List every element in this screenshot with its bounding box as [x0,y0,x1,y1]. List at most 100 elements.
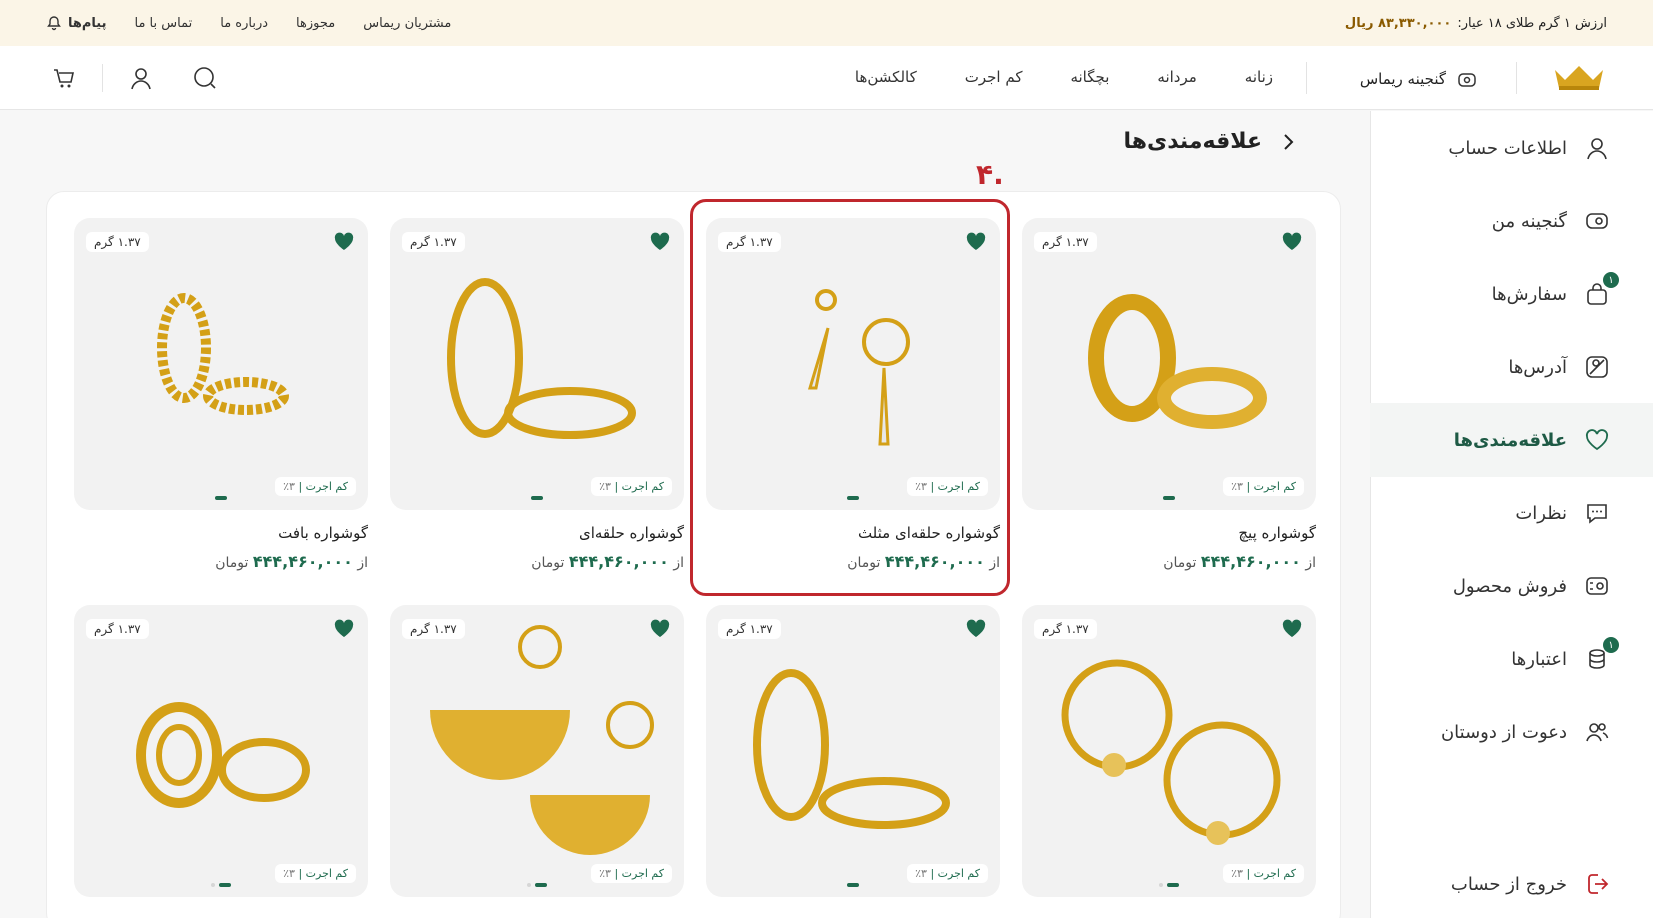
page-title-text: علاقه‌مندی‌ها [1123,129,1262,154]
annotation-number: .۴ [976,158,1004,191]
product-name[interactable]: گوشواره پیچ [1022,524,1316,542]
sidebar-item-comments[interactable]: نظرات [1370,476,1653,550]
weight-badge: ۱.۳۷ گرم [86,232,149,252]
image-dots [211,883,231,887]
sidebar-item-label: دعوت از دوستان [1440,721,1567,743]
top-links: مشتریان ریماس مجوزها درباره ما تماس با م… [46,15,451,31]
fee-label: کم اجرت [1253,867,1296,880]
weight-badge: ۱.۳۷ گرم [718,619,781,639]
nav-kids[interactable]: بچگانه [1070,68,1109,86]
header-divider [1516,62,1517,94]
user-icon [1583,134,1611,162]
nav-men[interactable]: مردانه [1157,68,1196,86]
weight-badge: ۱.۳۷ گرم [402,232,465,252]
cart-button[interactable] [46,60,82,96]
account-button[interactable] [123,60,159,96]
product-card[interactable]: ۱.۳۷ گرم کم اجرت | ۳٪ [390,605,684,897]
heart-filled-icon[interactable] [966,619,986,639]
price-unit: تومان [215,555,249,571]
product-price: از ۴۴۴,۴۶۰,۰۰۰ تومان [1022,552,1316,571]
fee-value: ۳٪ [915,867,927,880]
sidebar-item-sell-product[interactable]: فروش محصول [1370,549,1653,623]
product-image[interactable]: ۱.۳۷ گرم کم اجرت | ۳٪ [390,218,684,510]
sidebar-item-label: فروش محصول [1452,575,1567,597]
user-icon [131,68,151,90]
credits-badge: ۱ [1603,637,1619,653]
icon-divider [102,64,103,92]
heart-filled-icon[interactable] [650,619,670,639]
hoop-earring-image [447,278,636,439]
product-card[interactable]: ۱.۳۷ گرم کم اجرت | ۳٪ [1022,605,1316,897]
link-licenses[interactable]: مجوزها [296,16,335,31]
crown-logo-icon[interactable] [1551,62,1607,92]
product-name[interactable]: گوشواره بافت [74,524,368,542]
price-prefix: از [673,555,684,571]
product-image[interactable]: ۱.۳۷ گرم کم اجرت | ۳٪ [390,605,684,897]
price-unit: تومان [531,555,565,571]
sidebar-item-favorites[interactable]: علاقه‌مندی‌ها [1370,403,1653,477]
product-card[interactable]: ۱.۳۷ گرم کم اجرت | ۳٪ [74,605,368,897]
product-price: از ۴۴۴,۴۶۰,۰۰۰ تومان [74,552,368,571]
heart-filled-icon[interactable] [334,232,354,252]
image-dots [847,883,859,887]
weight-badge: ۱.۳۷ گرم [1034,619,1097,639]
product-image[interactable]: ۱.۳۷ گرم کم اجرت | ۳٪ [1022,605,1316,897]
heart-filled-icon[interactable] [334,619,354,639]
heart-filled-icon[interactable] [1282,232,1302,252]
sidebar-item-orders[interactable]: ۱ سفارش‌ها [1370,257,1653,331]
product-image[interactable]: ۱.۳۷ گرم کم اجرت | ۳٪ [74,605,368,897]
product-image[interactable]: ۱.۳۷ گرم کم اجرت | ۳٪ [74,218,368,510]
link-about[interactable]: درباره ما [220,16,268,31]
image-dots [1159,883,1179,887]
product-name[interactable]: گوشواره حلقه‌ای [390,524,684,542]
sidebar-item-addresses[interactable]: آدرس‌ها [1370,330,1653,404]
account-sidebar: اطلاعات حساب گنجینه من ۱ سفارش‌ها آدرس‌ه… [1370,111,1653,918]
link-contact[interactable]: تماس با ما [135,16,193,31]
logout-icon [1583,870,1611,898]
price-value: ۴۴۴,۴۶۰,۰۰۰ [252,552,353,571]
ganjine-link[interactable]: گنجینه ریماس [1360,68,1478,90]
heart-filled-icon[interactable] [1282,619,1302,639]
messages-link[interactable]: پیام‌ها [46,15,107,31]
product-card[interactable]: ۱.۳۷ گرم کم اجرت | ۳٪ [706,605,1000,897]
low-fee-badge: کم اجرت | ۳٪ [275,864,356,883]
sidebar-item-label: آدرس‌ها [1508,356,1567,378]
nav-collections[interactable]: کالکشن‌ها [855,68,917,86]
sidebar-item-account-info[interactable]: اطلاعات حساب [1370,111,1653,185]
fee-value: ۳٪ [599,480,611,493]
image-dots [215,496,227,500]
logout-button[interactable]: خروج از حساب [1370,847,1653,918]
sidebar-item-credits[interactable]: ۱ اعتبارها [1370,622,1653,696]
sidebar-item-invite-friends[interactable]: دعوت از دوستان [1370,695,1653,769]
fee-label: کم اجرت [937,867,980,880]
ganjine-label: گنجینه ریماس [1359,70,1446,88]
product-card[interactable]: ۱.۳۷ گرم کم اجرت | ۳٪ گوشواره حلقه‌ای از… [390,218,684,571]
image-dots [1163,496,1175,500]
link-customers[interactable]: مشتریان ریماس [363,16,451,31]
price-value: ۴۴۴,۴۶۰,۰۰۰ [568,552,669,571]
low-fee-badge: کم اجرت | ۳٪ [591,864,672,883]
messages-label: پیام‌ها [68,15,107,31]
chevron-right-icon[interactable] [1278,132,1298,152]
product-card[interactable]: ۱.۳۷ گرم کم اجرت | ۳٪ گوشواره پیچ از ۴۴۴… [1022,218,1316,571]
fee-label: کم اجرت [305,480,348,493]
price-unit: تومان [1163,555,1197,571]
gold-price-value: ۸۳,۳۳۰,۰۰۰ ریال [1344,15,1452,31]
nav-low-fee[interactable]: کم اجرت [965,68,1023,86]
product-card[interactable]: ۱.۳۷ گرم کم اجرت | ۳٪ گوشواره بافت از ۴۴… [74,218,368,571]
heart-filled-icon[interactable] [650,232,670,252]
low-fee-badge: کم اجرت | ۳٪ [1223,477,1304,496]
header-divider [1306,62,1307,94]
nav-women[interactable]: زنانه [1245,68,1273,86]
fee-label: کم اجرت [1253,480,1296,493]
search-button[interactable] [187,60,223,96]
sidebar-item-my-treasure[interactable]: گنجینه من [1370,184,1653,258]
heart-icon [1583,426,1611,454]
image-dots [531,496,543,500]
product-image[interactable]: ۱.۳۷ گرم کم اجرت | ۳٪ [706,605,1000,897]
knot-hoop-earring-image [1061,659,1281,845]
main-header: گنجینه ریماس زنانه مردانه بچگانه کم اجرت… [0,46,1653,110]
gold-price: ارزش ۱ گرم طلای ۱۸ عیار: ۸۳,۳۳۰,۰۰۰ ریال [1345,16,1607,31]
fee-label: کم اجرت [621,867,664,880]
product-image[interactable]: ۱.۳۷ گرم کم اجرت | ۳٪ [1022,218,1316,510]
